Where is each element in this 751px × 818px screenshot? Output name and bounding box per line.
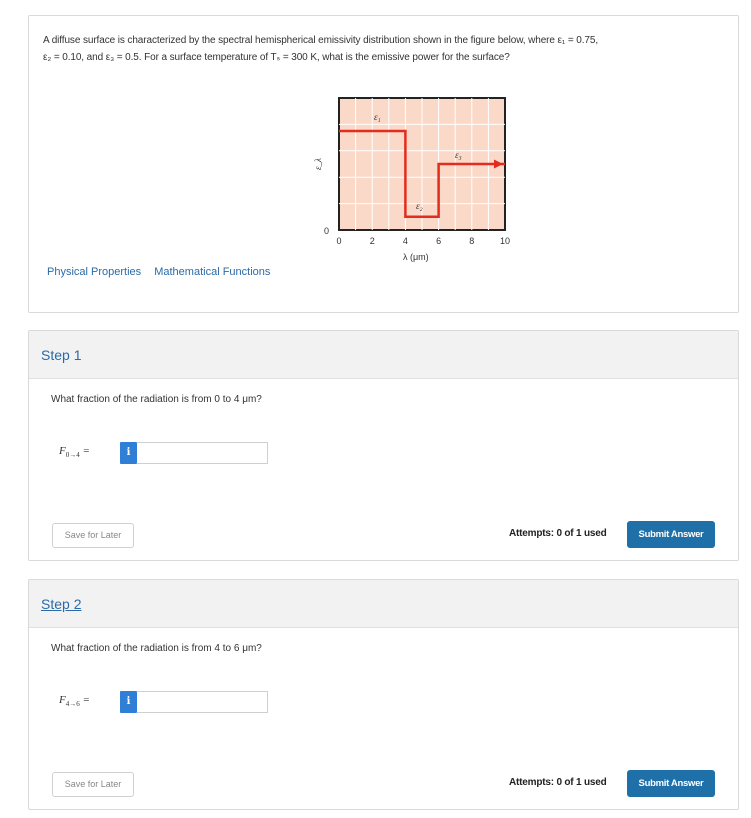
step-2-submit-button[interactable]: Submit Answer bbox=[627, 770, 715, 797]
step-2-card: Step 2 What fraction of the radiation is… bbox=[28, 579, 739, 810]
x-tick-label: 2 bbox=[370, 236, 375, 246]
step-2-answer-input[interactable] bbox=[137, 691, 268, 713]
x-tick-label: 0 bbox=[336, 236, 341, 246]
step-2-save-button[interactable]: Save for Later bbox=[52, 772, 134, 797]
emissivity-figure: ε₁ ε₂ ε₃ ε_λ 0 0 2 4 6 8 10 λ (μm) bbox=[313, 97, 510, 262]
step-1-card: Step 1 What fraction of the radiation is… bbox=[28, 330, 739, 561]
step-2-question: What fraction of the radiation is from 4… bbox=[51, 643, 262, 654]
problem-statement: A diffuse surface is characterized by th… bbox=[43, 32, 733, 66]
step-1-attempts: Attempts: 0 of 1 used bbox=[509, 528, 607, 539]
problem-line-2: ε₂ = 0.10, and ε₃ = 0.5. For a surface t… bbox=[43, 52, 510, 63]
y-zero-label: 0 bbox=[324, 226, 329, 236]
x-tick-label: 6 bbox=[436, 236, 441, 246]
step-1-submit-button[interactable]: Submit Answer bbox=[627, 521, 715, 548]
x-tick-label: 4 bbox=[403, 236, 408, 246]
x-tick-labels: 0 2 4 6 8 10 bbox=[336, 236, 510, 246]
mathematical-functions-link[interactable]: Mathematical Functions bbox=[154, 266, 270, 278]
problem-line-1: A diffuse surface is characterized by th… bbox=[43, 35, 599, 46]
step-2-title[interactable]: Step 2 bbox=[41, 596, 81, 612]
eps1-label: ε₁ bbox=[374, 112, 381, 122]
x-tick-label: 10 bbox=[500, 236, 510, 246]
step-1-answer-input[interactable] bbox=[137, 442, 268, 464]
step-1-save-button[interactable]: Save for Later bbox=[52, 523, 134, 548]
step-1-question: What fraction of the radiation is from 0… bbox=[51, 394, 262, 405]
step-2-variable-label: F4→6 = bbox=[59, 694, 90, 709]
physical-properties-link[interactable]: Physical Properties bbox=[47, 266, 141, 278]
step-2-attempts: Attempts: 0 of 1 used bbox=[509, 777, 607, 788]
step-1-title[interactable]: Step 1 bbox=[41, 347, 81, 363]
problem-card: A diffuse surface is characterized by th… bbox=[28, 15, 739, 313]
y-axis-label: ε_λ bbox=[313, 158, 323, 170]
x-tick-label: 8 bbox=[469, 236, 474, 246]
step-2-header: Step 2 bbox=[29, 580, 738, 628]
info-icon[interactable]: i bbox=[120, 691, 137, 713]
resource-links: Physical Properties Mathematical Functio… bbox=[47, 266, 280, 278]
x-axis-label: λ (μm) bbox=[403, 252, 429, 262]
info-icon[interactable]: i bbox=[120, 442, 137, 464]
step-1-variable-label: F0→4 = bbox=[59, 445, 90, 460]
eps3-label: ε₃ bbox=[455, 150, 462, 160]
eps2-label: ε₂ bbox=[416, 201, 423, 211]
step-1-header: Step 1 bbox=[29, 331, 738, 379]
